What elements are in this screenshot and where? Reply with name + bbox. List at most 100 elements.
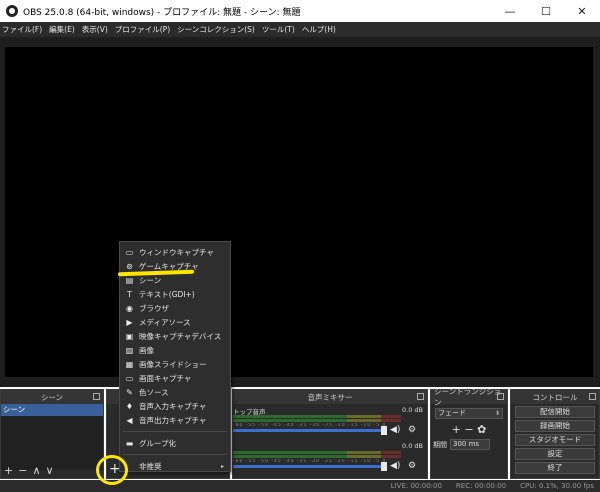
studio-mode-button[interactable]: スタジオモード — [515, 434, 595, 446]
exit-button[interactable]: 終了 — [515, 462, 595, 474]
preview-area — [0, 37, 600, 387]
menu-item[interactable]: ▣ 映像キャプチャデバイス — [120, 329, 230, 343]
menu-item-label: 色ソース — [139, 387, 169, 397]
volume-slider[interactable] — [233, 429, 383, 432]
start-recording-button[interactable]: 録画開始 — [515, 420, 595, 432]
menu-separator — [123, 431, 227, 432]
globe-icon: ◉ — [126, 303, 133, 313]
gear-icon[interactable]: ⚙ — [408, 425, 416, 435]
menu-item[interactable]: ▶ メディアソース — [120, 315, 230, 329]
menu-help[interactable]: ヘルプ(H) — [302, 24, 336, 35]
window-title: OBS 25.0.8 (64-bit, windows) - プロファイル: 無… — [23, 7, 301, 18]
volume-slider-handle[interactable] — [381, 462, 387, 471]
menu-item[interactable]: ▦ 画像スライドショー — [120, 357, 230, 371]
menu-item-group[interactable]: ▬ グループ化 — [120, 436, 230, 450]
controls-dock-title: コントロール — [511, 390, 599, 404]
menu-item[interactable]: T テキスト(GDI+) — [120, 287, 230, 301]
volume-slider[interactable] — [233, 465, 383, 468]
audio-mixer-dock: 音声ミキサー トップ音声 0.0 dB -60 -55 -50 -45 -40 … — [232, 389, 428, 479]
menu-item-label: 音声入力キャプチャ — [139, 401, 207, 411]
mixer-channel: 0.0 dB -60 -55 -50 -45 -40 -35 -30 -25 -… — [233, 440, 427, 476]
menu-item[interactable]: ♦ 音声入力キャプチャ — [120, 399, 230, 413]
transitions-dock-title: シーントランジション — [431, 387, 507, 407]
menu-item-deprecated[interactable]: 非推奨 ▸ — [120, 459, 230, 473]
play-icon: ▶ — [126, 317, 133, 327]
remove-scene-button[interactable]: − — [18, 464, 27, 477]
duration-label: 期間 — [433, 440, 447, 449]
mixer-dock-title: 音声ミキサー — [233, 390, 427, 404]
float-icon[interactable] — [93, 393, 100, 400]
scene-list-item[interactable]: シーン — [1, 404, 103, 416]
float-icon[interactable] — [497, 393, 504, 400]
volume-slider-handle[interactable] — [381, 426, 387, 435]
mixer-channel: トップ音声 0.0 dB -60 -55 -50 -45 -40 -35 -30… — [233, 404, 427, 440]
scenes-title: シーン — [40, 392, 64, 402]
transition-select[interactable]: フェード — [435, 408, 503, 419]
channel-db: 0.0 dB — [402, 442, 423, 450]
preview-canvas[interactable] — [5, 47, 593, 377]
brush-icon: ✎ — [126, 387, 133, 397]
menu-bar: ファイル(F) 編集(E) 表示(V) プロファイル(P) シーンコレクション(… — [0, 22, 600, 37]
menu-item-label: グループ化 — [139, 438, 177, 448]
monitor-icon: ▭ — [125, 373, 134, 383]
menu-item[interactable]: ▨ 画像 — [120, 343, 230, 357]
menu-item[interactable]: ◀ 音声出力キャプチャ — [120, 413, 230, 427]
menu-tools[interactable]: ツール(T) — [262, 24, 295, 35]
menu-item-label: 画面キャプチャ — [139, 373, 192, 383]
transition-duration-row: 期間 300 ms — [433, 439, 507, 450]
highlight-circle — [96, 455, 128, 485]
menu-item-label: 画像スライドショー — [139, 359, 207, 369]
float-icon[interactable] — [589, 393, 596, 400]
menu-profile[interactable]: プロファイル(P) — [115, 24, 170, 35]
controls-title: コントロール — [532, 392, 578, 402]
float-icon[interactable] — [417, 393, 424, 400]
volume-meter — [233, 419, 401, 422]
menu-item-label: テキスト(GDI+) — [139, 289, 195, 299]
menu-item[interactable]: ▭ 画面キャプチャ — [120, 371, 230, 385]
duration-input[interactable]: 300 ms — [450, 439, 490, 450]
status-bar: LIVE: 00:00:00 REC: 00:00:00 CPU: 0.1%, … — [0, 480, 600, 492]
menu-item[interactable]: ✎ 色ソース — [120, 385, 230, 399]
gear-icon[interactable]: ⚙ — [408, 461, 416, 471]
speaker-icon[interactable]: ◀) — [390, 461, 400, 471]
title-bar: OBS 25.0.8 (64-bit, windows) - プロファイル: 無… — [0, 0, 600, 22]
move-scene-down-button[interactable]: ∨ — [46, 464, 54, 477]
microphone-icon: ♦ — [125, 401, 134, 411]
menu-edit[interactable]: 編集(E) — [49, 24, 75, 35]
add-scene-button[interactable]: + — [4, 464, 13, 477]
scene-transitions-dock: シーントランジション フェード + − ✿ 期間 300 ms — [430, 387, 508, 479]
start-streaming-button[interactable]: 配信開始 — [515, 406, 595, 418]
menu-view[interactable]: 表示(V) — [82, 24, 108, 35]
scene-icon: ▤ — [125, 275, 134, 285]
camera-icon: ▣ — [125, 331, 134, 341]
minimize-button[interactable]: — — [492, 0, 528, 22]
meter-scale: -60 -55 -50 -45 -40 -35 -30 -25 -20 -15 … — [233, 423, 387, 428]
scenes-toolbar: + − ∧ ∨ — [1, 462, 103, 478]
menu-item-label: 音声出力キャプチャ — [139, 415, 207, 425]
menu-item-label: 画像 — [139, 345, 154, 355]
menu-item-label: 非推奨 — [139, 461, 162, 471]
submenu-arrow-icon: ▸ — [220, 462, 224, 470]
menu-item-label: ブラウザ — [139, 303, 169, 313]
volume-meter — [233, 415, 401, 418]
close-button[interactable]: ✕ — [564, 0, 600, 22]
menu-separator — [123, 454, 227, 455]
transition-buttons[interactable]: + − ✿ — [431, 423, 507, 436]
menu-file[interactable]: ファイル(F) — [2, 24, 42, 35]
folder-icon: ▬ — [125, 438, 134, 448]
speaker-icon[interactable]: ◀) — [390, 425, 400, 435]
maximize-button[interactable]: ☐ — [528, 0, 564, 22]
speaker-icon: ◀ — [126, 415, 133, 425]
controls-dock: コントロール 配信開始 録画開始 スタジオモード 設定 終了 — [510, 389, 600, 479]
menu-scene-collection[interactable]: シーンコレクション(S) — [177, 24, 255, 35]
menu-item[interactable]: ▭ ウィンドウキャプチャ — [120, 245, 230, 259]
menu-item-label: メディアソース — [139, 317, 191, 327]
settings-button[interactable]: 設定 — [515, 448, 595, 460]
rec-status: REC: 00:00:00 — [455, 482, 507, 490]
window-icon: ▭ — [125, 247, 134, 257]
move-scene-up-button[interactable]: ∧ — [32, 464, 40, 477]
cpu-status: CPU: 0.1%, 30.00 fps — [520, 482, 594, 490]
volume-meter — [233, 455, 401, 458]
scenes-dock: シーン シーン + − ∧ ∨ — [0, 389, 104, 479]
menu-item[interactable]: ◉ ブラウザ — [120, 301, 230, 315]
